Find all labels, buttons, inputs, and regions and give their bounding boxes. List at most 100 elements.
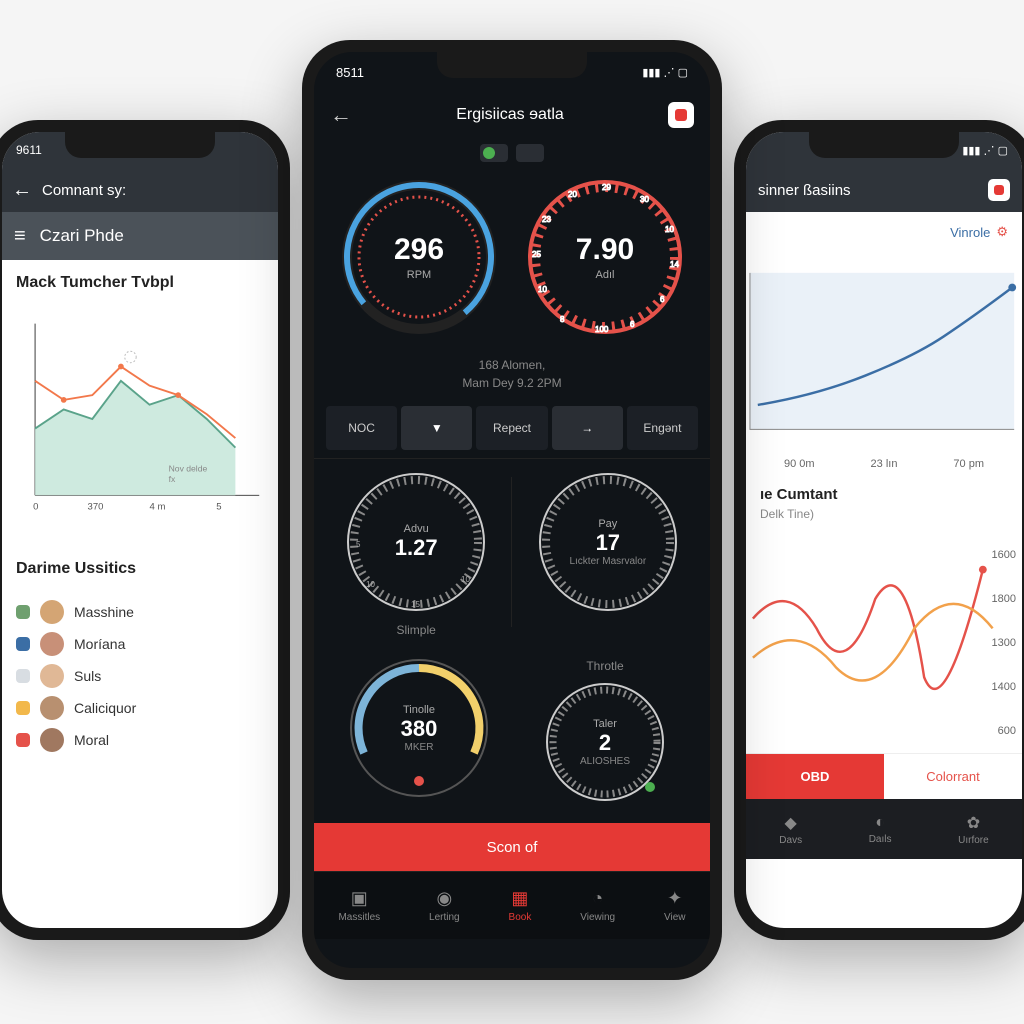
notch: [65, 132, 215, 158]
gauge-rpm[interactable]: 296 RPM: [334, 172, 504, 342]
legend-item[interactable]: Masshine: [16, 600, 264, 624]
toggle-row: [314, 144, 710, 162]
right-line-chart: [748, 256, 1022, 456]
gauge-center: Pay 17 Lıckter Masrvalor: [533, 467, 683, 617]
toggle-on[interactable]: [480, 144, 508, 162]
gauge-add[interactable]: 293010 1466 100810 252320 7.90 Adıl: [520, 172, 690, 342]
gauge-taler[interactable]: Throtle Taler 2 ALIOSHES: [520, 653, 690, 807]
tab-dropdown[interactable]: ▼: [401, 406, 472, 450]
nav-view[interactable]: ✦View: [664, 888, 686, 923]
svg-text:20: 20: [568, 190, 577, 199]
svg-text:Nov delde: Nov delde: [169, 463, 208, 473]
legend-item[interactable]: Suls: [16, 664, 264, 688]
back-icon[interactable]: ←: [12, 179, 32, 202]
meta-text: 168 Alomen, Mam Dey 9.2 2PM: [314, 356, 710, 392]
top-gauges: 296 RPM 293010 1466 100810 252320 7.90: [314, 172, 710, 342]
avatar: [40, 664, 64, 688]
status-icons: ▮▮▮ ⋰ ▢: [642, 66, 688, 79]
grid-icon: ◆: [785, 813, 797, 833]
gauge-advu[interactable]: 1051510 Advu 1.27 Slimple: [331, 467, 501, 637]
tab-arrow[interactable]: →: [552, 406, 623, 450]
throtle-label: Throtle: [520, 659, 690, 673]
svg-text:25: 25: [532, 250, 541, 259]
chevron-down-icon: ▼: [431, 421, 443, 435]
svg-text:29: 29: [602, 183, 611, 192]
avatar: [40, 632, 64, 656]
gauge-tinolle[interactable]: Tinolle 380 MKER: [334, 653, 504, 807]
svg-text:370: 370: [88, 502, 104, 513]
svg-text:6: 6: [630, 320, 635, 329]
tab-engent[interactable]: Engənt: [627, 406, 698, 450]
legend-label: Moríana: [74, 636, 125, 652]
left-subheader: ≡ Czari Phde: [2, 212, 278, 260]
phone-left: 9611 ← Comnant sy: ≡ Czari Phde Mack Tum…: [0, 120, 290, 940]
left-header: ← Comnant sy:: [2, 168, 278, 212]
header-title: sinner ßasiins: [758, 182, 851, 199]
avatar: [40, 728, 64, 752]
gauge-label: Slimple: [331, 623, 501, 637]
bot-gauges: Tinolle 380 MKER Throtle Taler: [314, 645, 710, 815]
avatar: [40, 696, 64, 720]
divider: [511, 477, 512, 627]
center-tabs: NOC ▼ Repect → Engənt: [326, 406, 698, 450]
svg-text:30: 30: [640, 195, 649, 204]
legend-item[interactable]: Caliciquor: [16, 696, 264, 720]
swatch-icon: [16, 669, 30, 683]
swatch-icon: [16, 637, 30, 651]
tab-obd[interactable]: OBD: [746, 754, 884, 799]
swatch-icon: [16, 701, 30, 715]
section-title: ıe Cumtant: [746, 472, 1022, 507]
chart-legend: Vinrole ⚙: [746, 212, 1022, 252]
nav-massitles[interactable]: ▣Massitles: [338, 888, 380, 923]
chart-x-labels: 90 0m 23 lın 70 pm: [746, 456, 1022, 472]
nav-book[interactable]: ▦Book: [509, 888, 532, 923]
nav-dails[interactable]: ◐Daıls: [869, 814, 892, 845]
svg-text:5: 5: [216, 502, 221, 513]
tab-colorrant[interactable]: Colorrant: [884, 754, 1022, 799]
nav-lerting[interactable]: ◉Lerting: [429, 888, 460, 923]
svg-text:8: 8: [560, 315, 565, 324]
legend-item[interactable]: Moral: [16, 728, 264, 752]
bottom-nav: ▣Massitles ◉Lerting ▦Book ◔Viewing ✦View: [314, 871, 710, 939]
legend-item[interactable]: Moríana: [16, 632, 264, 656]
record-icon[interactable]: [668, 102, 694, 128]
notch: [437, 52, 587, 78]
legend-label: Caliciquor: [74, 700, 136, 716]
tab-repect[interactable]: Repect: [476, 406, 547, 450]
bottom-tabs: OBD Colorrant: [746, 753, 1022, 799]
nav-uirfore[interactable]: ✿Uırfore: [958, 813, 989, 846]
avatar: [40, 600, 64, 624]
gauge-center: Taler 2 ALIOSHES: [540, 677, 670, 807]
header-title: Comnant sy:: [42, 182, 126, 199]
center-header: ← Ergisiicas ɘatla: [314, 92, 710, 138]
svg-text:23: 23: [542, 215, 551, 224]
swatch-icon: [16, 733, 30, 747]
scan-button[interactable]: Scon of: [314, 823, 710, 871]
right-curve-chart: 1600 1800 1300 1400 600: [748, 533, 1022, 753]
status-time: 9611: [16, 143, 42, 157]
gauge-center: Tinolle 380 MKER: [344, 653, 494, 803]
swatch-icon: [16, 605, 30, 619]
legend-label: Vinrole: [950, 225, 990, 240]
nav-viewing[interactable]: ◔Viewing: [580, 888, 615, 923]
bell-icon: ◉: [436, 888, 452, 909]
bottom-nav: ◆Davs ◐Daıls ✿Uırfore: [746, 799, 1022, 859]
legend-list: Masshine Moríana Suls Caliciquor Moral: [2, 586, 278, 766]
hamburger-icon[interactable]: ≡: [14, 225, 26, 248]
legend-title: Darime Ussitics: [2, 546, 278, 586]
legend-label: Masshine: [74, 604, 134, 620]
tab-noc[interactable]: NOC: [326, 406, 397, 450]
calendar-icon: ▦: [511, 888, 528, 909]
toggle-off[interactable]: [516, 144, 544, 162]
gear-icon[interactable]: ⚙: [996, 224, 1008, 240]
svg-text:14: 14: [670, 260, 679, 269]
record-icon[interactable]: [988, 179, 1010, 201]
svg-text:0: 0: [33, 502, 38, 513]
left-area-chart: Nov delde fx 0 370 4 m 5: [16, 304, 264, 534]
signal-icon: ▮▮▮ ⋰ ▢: [962, 144, 1008, 157]
nav-davs[interactable]: ◆Davs: [779, 813, 802, 846]
gauge-pay[interactable]: Pay 17 Lıckter Masrvalor: [523, 467, 693, 637]
clock-icon: ◔: [592, 888, 603, 909]
chart-title: Mack Tumcher Tvbpl: [2, 260, 278, 300]
back-icon[interactable]: ←: [330, 102, 352, 128]
